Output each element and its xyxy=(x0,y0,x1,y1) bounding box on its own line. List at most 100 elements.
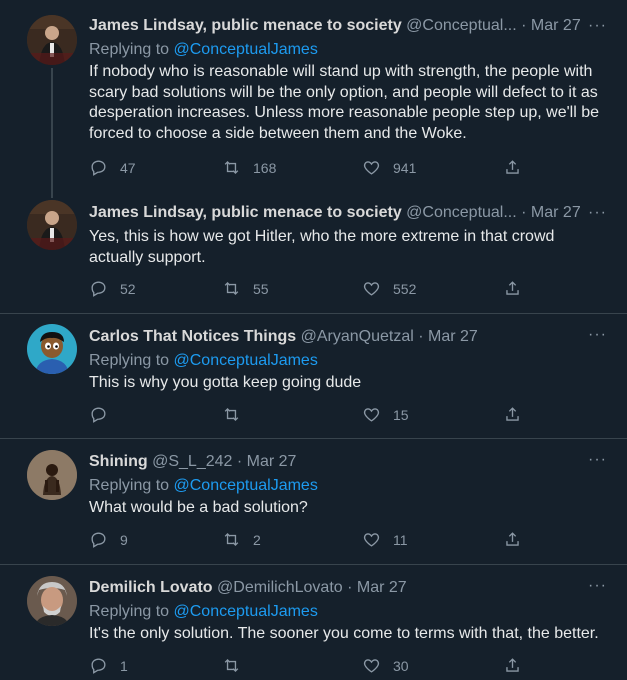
tweet-text: Yes, this is how we got Hitler, who the … xyxy=(89,228,555,266)
tweet-date[interactable]: · Mar 27 xyxy=(237,453,297,470)
avatar[interactable] xyxy=(27,324,77,374)
reply-icon xyxy=(91,532,106,548)
thread-line xyxy=(51,68,53,198)
avatar[interactable] xyxy=(27,450,77,500)
reply-count: 47 xyxy=(120,159,136,176)
retweet-button[interactable]: 2 xyxy=(222,530,261,549)
share-button[interactable] xyxy=(503,656,522,675)
replying-label: Replying to xyxy=(89,603,174,620)
more-icon[interactable]: ··· xyxy=(588,326,607,344)
user-handle[interactable]: @DemilichLovato xyxy=(217,579,343,596)
like-button[interactable]: 11 xyxy=(362,530,408,549)
replying-to: Replying to @ConceptualJames xyxy=(89,475,603,497)
replying-to-link[interactable]: @ConceptualJames xyxy=(174,352,318,369)
retweet-button[interactable] xyxy=(222,656,253,675)
share-button[interactable] xyxy=(503,279,522,298)
display-name[interactable]: Shining xyxy=(89,453,148,470)
retweet-icon xyxy=(224,282,239,295)
retweet-count: 2 xyxy=(253,531,261,548)
avatar-image xyxy=(27,450,77,500)
like-count: 30 xyxy=(393,657,409,674)
display-name[interactable]: Carlos That Notices Things xyxy=(89,328,296,345)
like-icon xyxy=(363,282,380,296)
tweet-1[interactable]: James Lindsay, public menace to society … xyxy=(0,190,627,314)
share-button[interactable] xyxy=(503,158,522,177)
tweet-3[interactable]: Shining @S_L_242 · Mar 27 Replying to @C… xyxy=(0,439,627,565)
like-button[interactable]: 941 xyxy=(362,158,416,177)
reply-icon xyxy=(91,281,106,297)
display-name[interactable]: James Lindsay, public menace to society xyxy=(89,17,402,34)
like-icon xyxy=(363,659,380,673)
user-handle[interactable]: @AryanQuetzal xyxy=(301,328,414,345)
share-icon xyxy=(506,281,519,295)
share-button[interactable] xyxy=(503,405,522,424)
replying-to: Replying to @ConceptualJames xyxy=(89,39,603,61)
like-count: 941 xyxy=(393,159,417,176)
user-handle[interactable]: @Conceptual... xyxy=(406,204,517,221)
share-button[interactable] xyxy=(503,530,522,549)
like-count: 15 xyxy=(393,406,409,423)
reply-button[interactable]: 52 xyxy=(89,279,136,298)
retweet-button[interactable]: 55 xyxy=(222,279,269,298)
reply-icon xyxy=(91,407,106,423)
like-button[interactable]: 30 xyxy=(362,656,409,675)
tweet-date[interactable]: · Mar 27 xyxy=(521,17,581,34)
replying-to-link[interactable]: @ConceptualJames xyxy=(174,41,318,58)
tweet-date[interactable]: · Mar 27 xyxy=(418,328,478,345)
like-button[interactable]: 552 xyxy=(362,279,416,298)
reply-button[interactable]: 47 xyxy=(89,158,136,177)
reply-count: 9 xyxy=(120,531,128,548)
replying-label: Replying to xyxy=(89,352,174,369)
tweet-header: Carlos That Notices Things @AryanQuetzal… xyxy=(89,326,603,348)
tweet-text: If nobody who is reasonable will stand u… xyxy=(89,63,600,142)
tweet-date[interactable]: · Mar 27 xyxy=(347,579,407,596)
tweet-2[interactable]: Carlos That Notices Things @AryanQuetzal… xyxy=(0,314,627,439)
retweet-button[interactable] xyxy=(222,405,253,424)
tweet-text: This is why you gotta keep going dude xyxy=(89,374,362,391)
tweet-text: What would be a bad solution? xyxy=(89,499,308,516)
tweet-text: It's the only solution. The sooner you c… xyxy=(89,625,599,642)
avatar-image xyxy=(27,324,77,374)
retweet-icon xyxy=(224,659,239,672)
retweet-icon xyxy=(224,408,239,421)
more-icon[interactable]: ··· xyxy=(588,451,607,469)
reply-count: 1 xyxy=(120,657,128,674)
more-icon[interactable]: ··· xyxy=(588,204,607,222)
replying-label: Replying to xyxy=(89,41,174,58)
user-handle[interactable]: @S_L_242 xyxy=(152,453,232,470)
avatar[interactable] xyxy=(27,15,77,65)
retweet-icon xyxy=(224,161,239,174)
like-button[interactable]: 15 xyxy=(362,405,409,424)
reply-count: 52 xyxy=(120,280,136,297)
replying-to-link[interactable]: @ConceptualJames xyxy=(174,603,318,620)
avatar-image xyxy=(27,200,77,250)
display-name[interactable]: James Lindsay, public menace to society xyxy=(89,204,402,221)
tweet-date[interactable]: · Mar 27 xyxy=(521,204,581,221)
tweet-4[interactable]: Demilich Lovato @DemilichLovato · Mar 27… xyxy=(0,565,627,680)
reply-button[interactable] xyxy=(89,405,120,424)
more-icon[interactable]: ··· xyxy=(588,577,607,595)
replying-to: Replying to @ConceptualJames xyxy=(89,601,603,623)
more-icon[interactable]: ··· xyxy=(588,17,607,35)
retweet-button[interactable]: 168 xyxy=(222,158,276,177)
tweet-header: James Lindsay, public menace to society … xyxy=(89,15,603,37)
replying-to: Replying to @ConceptualJames xyxy=(89,350,603,372)
like-icon xyxy=(363,408,380,422)
share-icon xyxy=(506,658,519,672)
like-count: 11 xyxy=(393,531,408,548)
display-name[interactable]: Demilich Lovato xyxy=(89,579,213,596)
retweet-count: 55 xyxy=(253,280,269,297)
tweet-header: Shining @S_L_242 · Mar 27 xyxy=(89,451,603,473)
tweet-header: James Lindsay, public menace to society … xyxy=(89,202,603,224)
reply-icon xyxy=(91,160,106,176)
share-icon xyxy=(506,532,519,546)
user-handle[interactable]: @Conceptual... xyxy=(406,17,517,34)
tweet-0[interactable]: James Lindsay, public menace to society … xyxy=(0,0,627,198)
avatar[interactable] xyxy=(27,200,77,250)
share-icon xyxy=(506,160,519,174)
reply-button[interactable]: 9 xyxy=(89,530,128,549)
replying-label: Replying to xyxy=(89,477,174,494)
replying-to-link[interactable]: @ConceptualJames xyxy=(174,477,318,494)
avatar[interactable] xyxy=(27,576,77,626)
reply-button[interactable]: 1 xyxy=(89,656,128,675)
